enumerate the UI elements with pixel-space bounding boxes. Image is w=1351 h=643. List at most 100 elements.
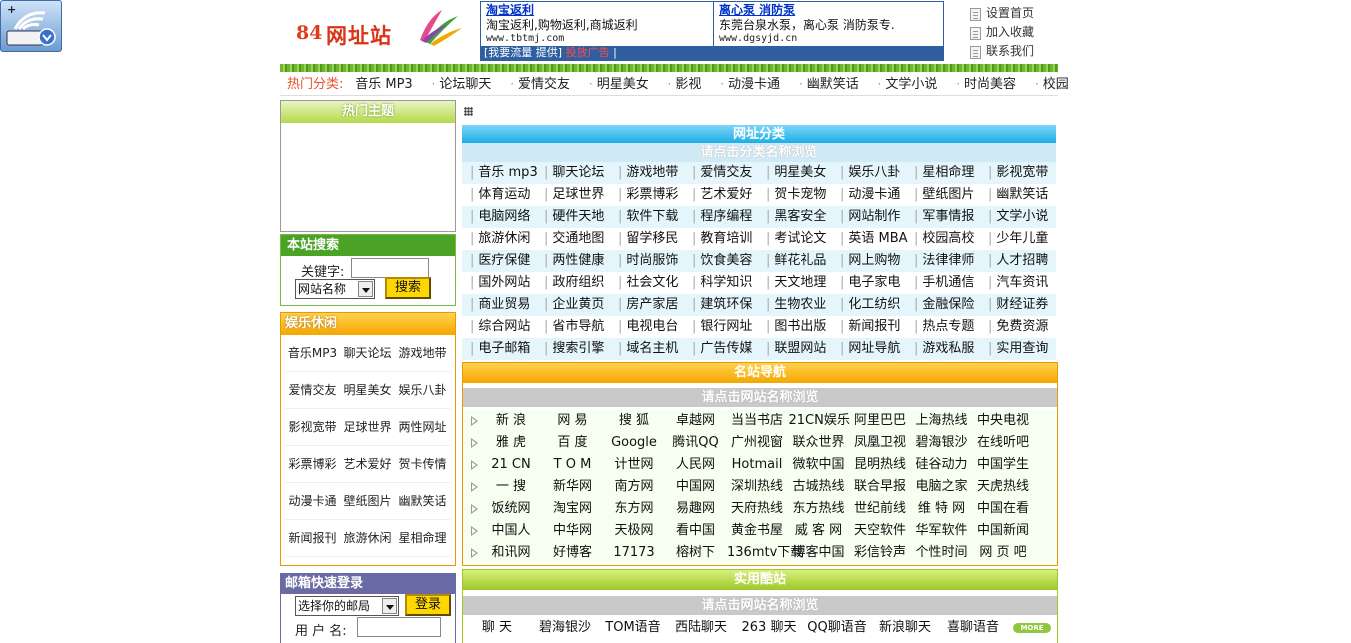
- cool-site-link[interactable]: QQ聊语音: [805, 617, 869, 639]
- category-link[interactable]: 明星美女: [774, 165, 826, 180]
- category-link[interactable]: 幽默笑话: [996, 187, 1048, 202]
- ent-link[interactable]: 贺卡传情: [395, 446, 450, 483]
- category-link[interactable]: 软件下载: [626, 209, 678, 224]
- category-link[interactable]: 手机通信: [922, 275, 974, 290]
- category-link[interactable]: 体育运动: [478, 187, 530, 202]
- category-link[interactable]: 旅游休闲: [478, 231, 530, 246]
- famous-site-link[interactable]: 天虎热线: [973, 476, 1033, 498]
- famous-site-link[interactable]: 网 页 吧: [973, 542, 1033, 564]
- famous-site-link[interactable]: 昆明热线: [850, 454, 910, 476]
- famous-site-link[interactable]: 天府热线: [727, 498, 787, 520]
- category-link[interactable]: 联盟网站: [774, 341, 826, 356]
- famous-site-link[interactable]: 淘宝网: [543, 498, 603, 520]
- category-link[interactable]: 少年儿童: [996, 231, 1048, 246]
- category-link[interactable]: 人才招聘: [996, 253, 1048, 268]
- hot-nav-item[interactable]: 爱情交友: [518, 77, 570, 92]
- famous-site-link[interactable]: 博客中国: [789, 542, 849, 564]
- famous-site-link[interactable]: 看中国: [666, 520, 726, 542]
- category-link[interactable]: 文学小说: [996, 209, 1048, 224]
- cool-site-link[interactable]: 碧海银沙: [533, 617, 597, 639]
- category-link[interactable]: 图书出版: [774, 319, 826, 334]
- category-link[interactable]: 音乐 mp3: [478, 165, 537, 180]
- category-link[interactable]: 广告传媒: [700, 341, 752, 356]
- category-link[interactable]: 天文地理: [774, 275, 826, 290]
- famous-site-link[interactable]: 新 浪: [481, 410, 541, 432]
- site-logo[interactable]: 84 网址站: [294, 8, 462, 48]
- famous-site-link[interactable]: 彩信铃声: [850, 542, 910, 564]
- hot-nav-item[interactable]: 论坛聊天: [439, 77, 491, 92]
- quick-link-favorite[interactable]: 加入收藏: [968, 23, 1058, 42]
- famous-site-link[interactable]: 微软中国: [789, 454, 849, 476]
- category-link[interactable]: 热点专题: [922, 319, 974, 334]
- cool-site-link[interactable]: 喜聊语音: [941, 617, 1005, 639]
- ent-link[interactable]: 新闻报刊: [285, 520, 340, 557]
- search-button[interactable]: 搜索: [385, 277, 431, 299]
- cool-site-link[interactable]: 聊 天: [465, 617, 529, 639]
- ad-bar-link[interactable]: [我要流量 提供]: [484, 46, 562, 59]
- category-link[interactable]: 壁纸图片: [922, 187, 974, 202]
- ent-link[interactable]: 艺术爱好: [340, 446, 395, 483]
- famous-site-link[interactable]: 东方热线: [789, 498, 849, 520]
- famous-site-link[interactable]: 中国在看: [973, 498, 1033, 520]
- famous-site-link[interactable]: 卓越网: [666, 410, 726, 432]
- category-link[interactable]: 域名主机: [626, 341, 678, 356]
- famous-site-link[interactable]: 凤凰卫视: [850, 432, 910, 454]
- cool-site-link[interactable]: 263 聊天: [737, 617, 801, 639]
- ad-bar-hot-link[interactable]: 投放广告: [566, 46, 610, 59]
- famous-site-link[interactable]: T O M: [543, 454, 603, 476]
- category-link[interactable]: 动漫卡通: [848, 187, 900, 202]
- famous-site-link[interactable]: 雅 虎: [481, 432, 541, 454]
- famous-site-link[interactable]: 威 客 网: [789, 520, 849, 542]
- cool-site-link[interactable]: 新浪聊天: [873, 617, 937, 639]
- famous-site-link[interactable]: 网 易: [543, 410, 603, 432]
- category-link[interactable]: 综合网站: [478, 319, 530, 334]
- ent-link[interactable]: 游戏地带: [395, 335, 450, 372]
- category-link[interactable]: 电脑网络: [478, 209, 530, 224]
- ad-2[interactable]: 离心泵 消防泵 东莞台泉水泵，离心泵 消防泵专. www.dgsyjd.cn: [714, 2, 943, 48]
- ent-link[interactable]: 两性网址: [395, 409, 450, 446]
- famous-site-link[interactable]: 新华网: [543, 476, 603, 498]
- category-link[interactable]: 两性健康: [552, 253, 604, 268]
- famous-site-link[interactable]: 当当书店: [727, 410, 787, 432]
- category-link[interactable]: 英语 MBA: [848, 231, 907, 246]
- category-link[interactable]: 影视宽带: [996, 165, 1048, 180]
- famous-site-link[interactable]: 碧海银沙: [912, 432, 972, 454]
- category-link[interactable]: 鲜花礼品: [774, 253, 826, 268]
- category-link[interactable]: 黑客安全: [774, 209, 826, 224]
- ent-link[interactable]: 彩票博彩: [285, 446, 340, 483]
- category-link[interactable]: 留学移民: [626, 231, 678, 246]
- famous-site-link[interactable]: 好博客: [543, 542, 603, 564]
- hot-nav-item[interactable]: 幽默笑话: [807, 77, 859, 92]
- famous-site-link[interactable]: 个性时间: [912, 542, 972, 564]
- famous-site-link[interactable]: 腾讯QQ: [666, 432, 726, 454]
- category-link[interactable]: 军事情报: [922, 209, 974, 224]
- famous-site-link[interactable]: 中国学生: [973, 454, 1033, 476]
- famous-site-link[interactable]: 17173: [604, 542, 664, 564]
- category-link[interactable]: 化工纺织: [848, 297, 900, 312]
- category-link[interactable]: 新闻报刊: [848, 319, 900, 334]
- famous-site-link[interactable]: Hotmail: [727, 454, 787, 476]
- category-link[interactable]: 财经证券: [996, 297, 1048, 312]
- category-link[interactable]: 校园高校: [922, 231, 974, 246]
- category-link[interactable]: 教育培训: [700, 231, 752, 246]
- famous-site-link[interactable]: 黄金书屋: [727, 520, 787, 542]
- famous-site-link[interactable]: 中国网: [666, 476, 726, 498]
- category-link[interactable]: 政府组织: [552, 275, 604, 290]
- famous-site-link[interactable]: 古城热线: [789, 476, 849, 498]
- famous-site-link[interactable]: 电脑之家: [912, 476, 972, 498]
- category-link[interactable]: 娱乐八卦: [848, 165, 900, 180]
- famous-site-link[interactable]: 天空软件: [850, 520, 910, 542]
- famous-site-link[interactable]: 世纪前线: [850, 498, 910, 520]
- famous-site-link[interactable]: 华军软件: [912, 520, 972, 542]
- category-link[interactable]: 科学知识: [700, 275, 752, 290]
- famous-site-link[interactable]: 搜 狐: [604, 410, 664, 432]
- category-link[interactable]: 房产家居: [626, 297, 678, 312]
- famous-site-link[interactable]: 维 特 网: [912, 498, 972, 520]
- category-link[interactable]: 硬件天地: [552, 209, 604, 224]
- category-link[interactable]: 网站制作: [848, 209, 900, 224]
- category-link[interactable]: 彩票博彩: [626, 187, 678, 202]
- ad-1-title[interactable]: 淘宝返利: [486, 3, 708, 17]
- hot-nav-item[interactable]: 校园: [1043, 77, 1069, 92]
- category-link[interactable]: 汽车资讯: [996, 275, 1048, 290]
- quick-link-homepage[interactable]: 设置首页: [968, 4, 1058, 23]
